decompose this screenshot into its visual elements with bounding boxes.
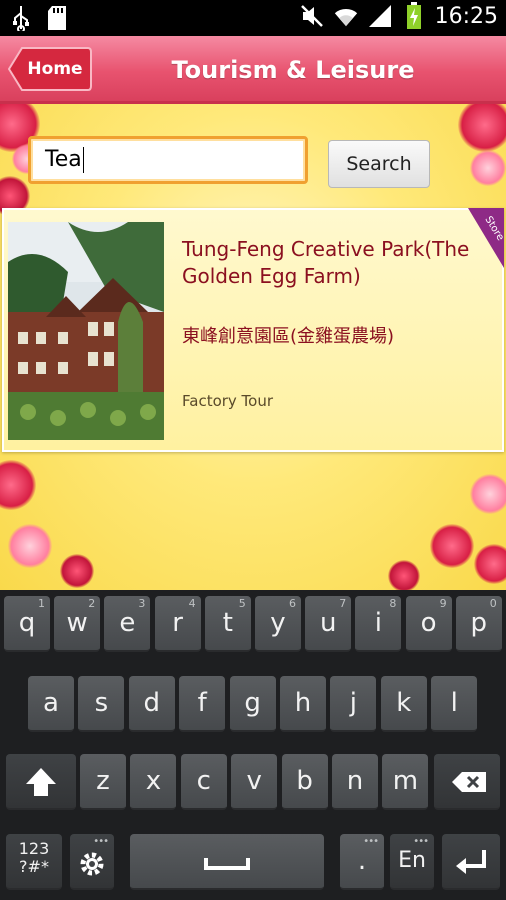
key-e[interactable]: 3e xyxy=(104,596,151,652)
key-d-label: d xyxy=(143,688,161,718)
key-n[interactable]: n xyxy=(332,754,378,810)
settings-key[interactable]: ••• xyxy=(70,834,114,890)
space-key[interactable] xyxy=(130,834,324,890)
home-button[interactable]: Home xyxy=(8,46,92,92)
space-icon xyxy=(204,858,250,870)
key-m-label: m xyxy=(392,766,419,796)
key-c-label: c xyxy=(196,766,211,796)
key-t-number: 5 xyxy=(238,597,246,610)
key-o[interactable]: 9o xyxy=(405,596,452,652)
key-t[interactable]: 5t xyxy=(204,596,251,652)
key-k[interactable]: k xyxy=(380,676,427,732)
key-a-label: a xyxy=(43,688,59,718)
key-p[interactable]: 0p xyxy=(455,596,502,652)
key-r-number: 4 xyxy=(188,597,196,610)
key-a[interactable]: a xyxy=(28,676,74,732)
key-y-number: 6 xyxy=(289,597,296,610)
key-v-label: v xyxy=(246,766,262,796)
mute-icon xyxy=(299,2,325,30)
key-w[interactable]: 2w xyxy=(54,596,101,652)
language-key[interactable]: ••• En xyxy=(390,834,434,890)
shift-icon xyxy=(26,768,56,796)
key-q-number: 1 xyxy=(38,597,45,610)
key-g-label: g xyxy=(244,688,261,718)
key-z[interactable]: z xyxy=(80,754,126,810)
key-i[interactable]: 8i xyxy=(355,596,402,652)
backspace-key[interactable] xyxy=(434,754,500,810)
result-card[interactable]: Tung-Feng Creative Park(The Golden Egg F… xyxy=(2,208,504,452)
search-button[interactable]: Search xyxy=(328,140,430,188)
key-e-number: 3 xyxy=(138,597,146,610)
home-button-label: Home xyxy=(27,59,83,79)
text-caret xyxy=(82,147,84,173)
key-u[interactable]: 7u xyxy=(305,596,352,652)
key-f[interactable]: f xyxy=(179,676,226,732)
symbols-key[interactable]: 123 ?#* xyxy=(6,834,62,890)
key-l-label: l xyxy=(450,688,458,718)
symbols-key-label: 123 ?#* xyxy=(18,839,50,876)
key-q[interactable]: 1q xyxy=(4,596,50,652)
key-k-label: k xyxy=(396,688,412,718)
wifi-icon xyxy=(333,2,359,30)
key-o-number: 9 xyxy=(439,597,447,610)
shift-key[interactable] xyxy=(6,754,76,810)
key-y[interactable]: 6y xyxy=(255,596,301,652)
status-bar: 16:25 xyxy=(0,0,506,36)
enter-key[interactable] xyxy=(442,834,500,890)
key-i-number: 8 xyxy=(389,597,397,610)
key-x-label: x xyxy=(145,766,162,796)
key-m[interactable]: m xyxy=(382,754,429,810)
key-g[interactable]: g xyxy=(229,676,276,732)
result-photo xyxy=(8,222,164,440)
usb-icon xyxy=(8,4,34,32)
result-title-english: Tung-Feng Creative Park(The Golden Egg F… xyxy=(182,237,470,288)
key-h-label: h xyxy=(294,688,312,718)
key-w-number: 2 xyxy=(88,597,96,610)
key-n-label: n xyxy=(346,766,364,796)
key-b-label: b xyxy=(296,766,313,796)
sd-card-icon xyxy=(44,4,70,32)
key-s-label: s xyxy=(94,688,109,718)
key-j[interactable]: j xyxy=(330,676,377,732)
key-v[interactable]: v xyxy=(231,754,278,810)
search-input[interactable]: Tea xyxy=(28,136,308,184)
key-j-label: j xyxy=(349,688,357,718)
result-category: Factory Tour xyxy=(182,392,274,410)
result-title-chinese: 東峰創意園區(金雞蛋農場) xyxy=(182,326,395,347)
enter-icon xyxy=(456,850,486,874)
key-b[interactable]: b xyxy=(281,754,328,810)
content-area: Tea Search Tung-Feng Creative Park(The G… xyxy=(0,104,506,590)
signal-icon xyxy=(367,2,393,30)
battery-charging-icon xyxy=(401,2,427,30)
keyboard: 1q2w3e4r5t6y7u8i9o0p a s d f g h j k l z x c v b nm 1… xyxy=(0,590,506,900)
period-key[interactable]: ••• . xyxy=(340,834,384,890)
key-z-label: z xyxy=(96,766,110,796)
key-u-number: 7 xyxy=(339,597,347,610)
key-p-number: 0 xyxy=(489,597,497,610)
key-r[interactable]: 4r xyxy=(154,596,201,652)
key-s[interactable]: s xyxy=(78,676,125,732)
key-l[interactable]: l xyxy=(431,676,478,732)
store-badge: Store xyxy=(468,208,504,268)
key-x[interactable]: x xyxy=(130,754,177,810)
search-input-value: Tea xyxy=(45,147,82,172)
key-d[interactable]: d xyxy=(128,676,175,732)
clock: 16:25 xyxy=(434,3,498,29)
app-header: Home Tourism & Leisure xyxy=(0,36,506,104)
page-title: Tourism & Leisure xyxy=(171,56,415,84)
backspace-icon xyxy=(452,772,486,792)
key-c[interactable]: c xyxy=(180,754,227,810)
key-h[interactable]: h xyxy=(280,676,326,732)
key-f-label: f xyxy=(197,688,207,718)
